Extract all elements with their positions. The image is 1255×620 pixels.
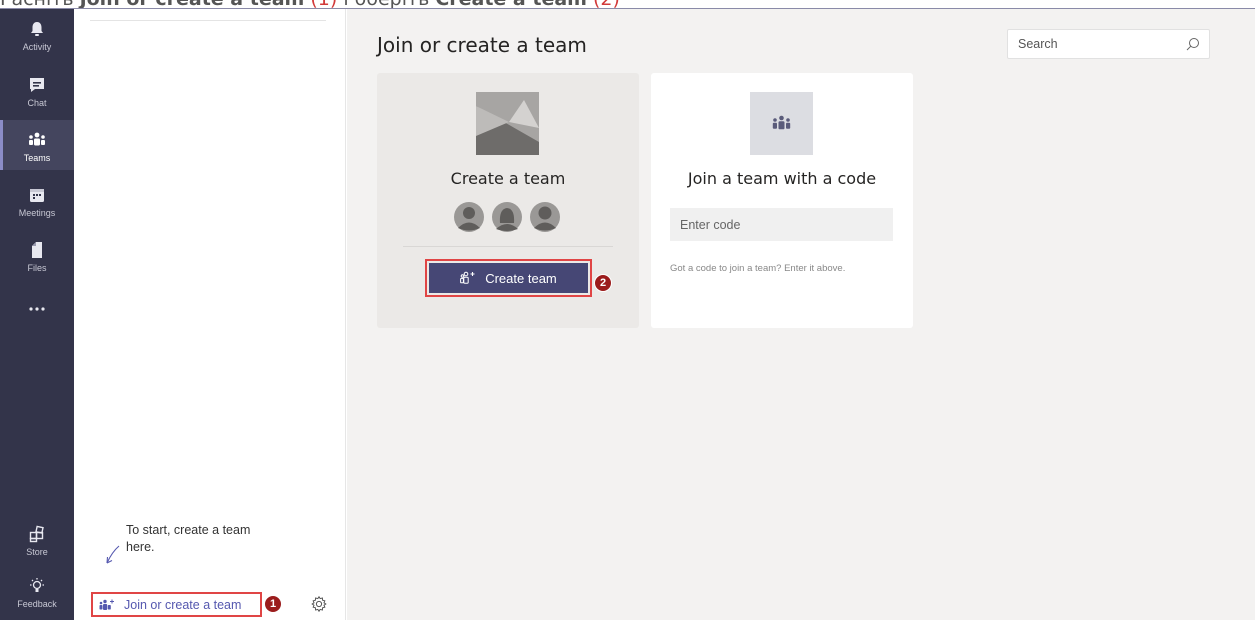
instruction-banner: Pасніть Join or create a team (1) і обер…	[0, 0, 1255, 9]
page-title: Join or create a team	[377, 33, 587, 57]
main-content: Join or create a team Create a team	[347, 9, 1255, 620]
step-badge-1: 1	[264, 595, 282, 613]
landscape-image-icon	[476, 92, 539, 155]
hint-line-2: here.	[126, 540, 155, 554]
rail-item-more[interactable]	[0, 289, 74, 339]
team-code-hint: Got a code to join a team? Enter it abov…	[670, 263, 846, 274]
join-or-create-team-label: Join or create a team	[124, 597, 242, 612]
rail-item-chat[interactable]: Chat	[0, 65, 74, 115]
avatars-group-icon	[454, 202, 560, 232]
teams-list-panel: To start, create a team here. Join or cr…	[74, 9, 346, 620]
search-input[interactable]	[1008, 30, 1178, 58]
rail-item-meetings[interactable]: Meetings	[0, 175, 74, 225]
rail-label: Files	[27, 263, 47, 273]
search-icon[interactable]	[1186, 37, 1200, 51]
rail-label: Store	[26, 547, 48, 557]
feedback-icon	[30, 578, 44, 592]
create-team-button[interactable]: Create team	[429, 263, 588, 293]
rail-item-teams[interactable]: Teams	[0, 120, 74, 170]
app-rail: Activity Chat Teams Meetings Files Store…	[0, 9, 74, 620]
search-box[interactable]	[1007, 29, 1210, 59]
add-team-icon	[99, 599, 114, 610]
panel-divider	[90, 20, 326, 21]
file-icon	[32, 242, 42, 258]
join-team-title: Join a team with a code	[687, 169, 877, 188]
join-team-thumbnail	[750, 92, 813, 155]
step-badge-2: 2	[594, 274, 612, 292]
create-team-label: Create team	[485, 270, 557, 286]
team-code-input[interactable]	[670, 208, 893, 241]
rail-label: Activity	[22, 42, 52, 52]
rail-label: Teams	[23, 153, 51, 163]
hint-arrow-icon	[106, 545, 120, 564]
add-team-icon	[460, 271, 475, 284]
empty-state-hint: To start, create a team here.	[126, 522, 250, 556]
teams-icon	[772, 115, 791, 130]
chat-icon	[30, 78, 44, 92]
rail-item-feedback[interactable]: Feedback	[0, 566, 74, 616]
create-team-card: Create a team Create team 2	[377, 73, 639, 328]
bell-icon	[31, 22, 43, 36]
more-icon	[29, 307, 45, 311]
rail-label: Chat	[27, 98, 47, 108]
calendar-icon	[30, 189, 44, 202]
join-or-create-team-button[interactable]: Join or create a team	[91, 592, 262, 617]
rail-label: Feedback	[17, 599, 57, 609]
hint-line-1: To start, create a team	[126, 523, 251, 537]
rail-label: Meetings	[18, 208, 56, 218]
teams-icon	[29, 132, 45, 146]
store-icon	[29, 525, 44, 543]
join-team-card: Join a team with a code Got a code to jo…	[651, 73, 913, 328]
rail-item-store[interactable]: Store	[0, 514, 74, 564]
create-team-title: Create a team	[450, 169, 566, 188]
rail-item-files[interactable]: Files	[0, 230, 74, 280]
rail-item-activity[interactable]: Activity	[0, 9, 74, 59]
create-team-highlight: Create team	[425, 259, 592, 297]
card-divider	[403, 246, 613, 247]
gear-icon[interactable]	[310, 595, 328, 613]
